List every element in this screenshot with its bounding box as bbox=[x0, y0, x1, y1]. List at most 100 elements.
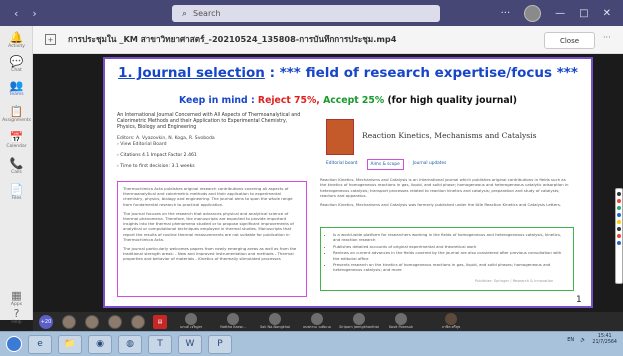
system-tray: EN 🔈 15:41 21/7/2564 bbox=[567, 334, 617, 346]
self-name: ภาษิต ศรีสุข bbox=[441, 325, 461, 329]
pen-blue-icon[interactable] bbox=[617, 241, 621, 245]
avatar bbox=[185, 313, 197, 325]
video-player[interactable]: 1. Journal selection : *** field of rese… bbox=[33, 54, 623, 312]
app-rail: 🔔 Activity 💬 Chat 👥 Teams 📋 Assignments … bbox=[0, 26, 33, 325]
maximize-button[interactable]: □ bbox=[579, 8, 588, 19]
rail-label: Teams bbox=[9, 92, 24, 97]
forward-icon[interactable]: › bbox=[32, 7, 36, 20]
rail-item-apps[interactable]: ▦ Apps bbox=[0, 290, 33, 308]
avatar bbox=[395, 313, 407, 325]
start-button[interactable] bbox=[6, 336, 22, 352]
powerpoint-icon[interactable]: P bbox=[208, 334, 232, 354]
more-options-icon[interactable]: ··· bbox=[603, 33, 611, 42]
participant-avatar[interactable] bbox=[108, 314, 122, 329]
slide-page-number: 1 bbox=[576, 295, 582, 305]
avatar[interactable] bbox=[524, 4, 542, 22]
rail-item-calendar[interactable]: 📅 Calendar bbox=[0, 132, 33, 150]
right-journal-name: Reaction Kinetics, Mechanisms and Cataly… bbox=[362, 131, 537, 140]
eraser-icon[interactable] bbox=[617, 227, 621, 231]
quality-text: (for high quality journal) bbox=[387, 95, 518, 106]
pdf-share-icon[interactable]: ▤ bbox=[153, 314, 167, 329]
rail-item-calls[interactable]: 📞 Calls bbox=[0, 158, 33, 176]
participant-tile[interactable]: Sak Na-Nongkhai bbox=[257, 312, 293, 331]
avatar bbox=[311, 313, 323, 325]
participant-name: Nattha Kaew... bbox=[220, 325, 246, 329]
participant-name: ธนพรรณ วงศ์ยะเล bbox=[302, 325, 332, 329]
pen-black-icon[interactable] bbox=[617, 192, 621, 196]
minimize-button[interactable]: — bbox=[555, 8, 565, 19]
right-journal-description: Reaction Kinetics, Mechanisms and Cataly… bbox=[320, 177, 572, 211]
participant-tile[interactable]: Kosit Poonsuk bbox=[383, 312, 419, 331]
participant-tile[interactable]: ธนพรรณ วงศ์ยะเล bbox=[299, 312, 335, 331]
calendar-icon: 📅 bbox=[9, 131, 24, 144]
word-icon[interactable]: W bbox=[178, 334, 202, 354]
pen-green-icon[interactable] bbox=[617, 206, 621, 210]
pen-toolbar[interactable] bbox=[615, 188, 623, 284]
more-icon[interactable]: ··· bbox=[501, 8, 511, 19]
more-participants-badge[interactable]: +20 bbox=[39, 314, 53, 329]
pen-red-icon[interactable] bbox=[617, 199, 621, 203]
rail-label: Chat bbox=[11, 68, 22, 73]
journal-cover-image bbox=[326, 119, 354, 155]
folder-icon[interactable]: 📁 bbox=[58, 334, 82, 354]
slide-title: 1. Journal selection : *** field of rese… bbox=[105, 65, 591, 81]
highlighter-icon[interactable] bbox=[617, 220, 621, 224]
pen-red-icon[interactable] bbox=[617, 234, 621, 238]
participant-tile[interactable]: Nattha Kaew... bbox=[215, 312, 251, 331]
title-bar: ‹ › ⌕ Search ··· — □ ✕ bbox=[0, 0, 623, 26]
right-desc-p2: Reaction Kinetics, Mechanisms and Cataly… bbox=[320, 202, 562, 208]
apps-icon: ▦ bbox=[11, 289, 22, 302]
file-title: การประชุมใน _KM สาขาวิทยาศาสตร์_-2021052… bbox=[68, 34, 397, 44]
participant-avatar[interactable] bbox=[85, 314, 99, 329]
volume-icon[interactable]: 🔈 bbox=[580, 337, 586, 343]
rail-label: Calls bbox=[11, 170, 22, 175]
rail-item-help[interactable]: ? Help bbox=[0, 308, 33, 326]
rail-item-files[interactable]: 📄 Files bbox=[0, 184, 33, 202]
close-button[interactable]: Close bbox=[544, 32, 595, 49]
bell-icon: 🔔 bbox=[9, 31, 24, 44]
rail-item-chat[interactable]: 💬 Chat bbox=[0, 56, 33, 74]
participant-avatar[interactable] bbox=[131, 314, 145, 329]
participant-tile[interactable]: Siriporn Jaengkhanthai bbox=[339, 312, 379, 331]
assignments-icon: 📋 bbox=[9, 105, 24, 118]
title-bar-controls: ··· — □ ✕ bbox=[501, 0, 623, 26]
left-view-board: › View Editorial Board bbox=[117, 142, 167, 147]
teams-window: ‹ › ⌕ Search ··· — □ ✕ 🔔 Activity 💬 Chat… bbox=[0, 0, 623, 356]
search-placeholder: Search bbox=[193, 9, 221, 18]
participant-name: Kosit Poonsuk bbox=[388, 325, 414, 329]
clock[interactable]: 15:41 21/7/2564 bbox=[592, 334, 617, 346]
participant-tile[interactable]: ณรงค์ เจริญพร bbox=[173, 312, 209, 331]
right-journal-banner: Reaction Kinetics, Mechanisms and Cataly… bbox=[320, 115, 573, 159]
ie-icon[interactable]: e bbox=[28, 334, 52, 354]
collapse-icon[interactable]: + bbox=[45, 34, 56, 45]
aims-scope-link: Aims & scope bbox=[366, 159, 404, 170]
list-item: Presents research on the kinetics of hom… bbox=[333, 262, 568, 273]
chrome-icon[interactable]: ◉ bbox=[88, 334, 112, 354]
search-input[interactable]: ⌕ Search bbox=[172, 5, 440, 22]
slide-title-heading: 1. Journal selection bbox=[118, 65, 265, 81]
self-tile[interactable]: ภาษิต ศรีสุข bbox=[433, 312, 469, 331]
firefox-icon[interactable]: ◍ bbox=[118, 334, 142, 354]
left-aims-p3: The journal particularly welcomes papers… bbox=[123, 246, 297, 262]
pen-blue-icon[interactable] bbox=[617, 213, 621, 217]
back-icon[interactable]: ‹ bbox=[14, 7, 18, 20]
list-item: Publishes detailed accounts of original … bbox=[333, 244, 568, 249]
avatar bbox=[227, 313, 239, 325]
left-aims-p1: Thermochimica Acta publishes original re… bbox=[123, 186, 293, 207]
language-indicator[interactable]: EN bbox=[567, 337, 574, 343]
teams-app-icon[interactable]: T bbox=[148, 334, 172, 354]
rail-item-teams[interactable]: 👥 Teams bbox=[0, 80, 33, 98]
windows-taskbar: e 📁 ◉ ◍ T W P EN 🔈 15:41 21/7/2564 bbox=[0, 331, 623, 356]
rail-item-activity[interactable]: 🔔 Activity bbox=[0, 32, 33, 50]
participant-name: Sak Na-Nongkhai bbox=[259, 325, 291, 329]
close-window-button[interactable]: ✕ bbox=[603, 8, 611, 19]
list-item: Reviews on current advances in the field… bbox=[333, 250, 568, 261]
slide-footer: Publisher: Springer / Research & Innovat… bbox=[475, 279, 554, 283]
rail-item-assignments[interactable]: 📋 Assignments bbox=[0, 106, 33, 124]
rail-label: Activity bbox=[8, 44, 25, 49]
accept-text: Accept 25% bbox=[323, 95, 388, 106]
avatar bbox=[269, 313, 281, 325]
keep-in-mind-text: Keep in mind : bbox=[178, 95, 258, 106]
participant-avatar[interactable] bbox=[62, 314, 76, 329]
left-journal-title: An International Journal Concerned with … bbox=[117, 113, 301, 130]
